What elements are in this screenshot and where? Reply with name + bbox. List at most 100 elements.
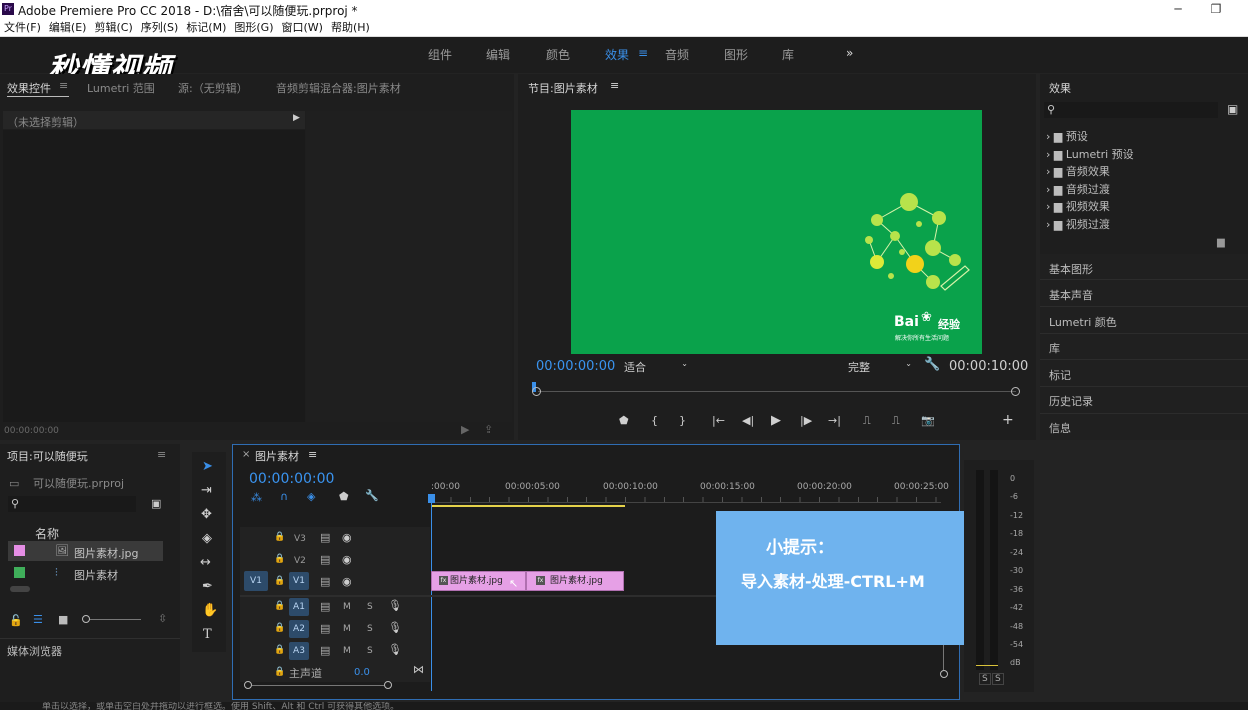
solo-right-button[interactable]: S: [992, 673, 1004, 685]
track-label-v1[interactable]: V1: [289, 572, 309, 590]
settings-wrench-icon[interactable]: 🔧: [924, 357, 940, 372]
list-item[interactable]: 🖼 图片素材.jpg: [8, 541, 163, 561]
workspace-library[interactable]: 库: [782, 46, 794, 63]
tree-item-presets[interactable]: › ▆ 预设: [1046, 128, 1088, 144]
tree-item-video-effects[interactable]: › ▆ 视频效果: [1046, 198, 1110, 214]
go-to-out-icon[interactable]: →|: [828, 414, 841, 427]
eye-icon[interactable]: ◉: [342, 553, 352, 566]
workspace-audio[interactable]: 音频: [665, 46, 689, 63]
razor-tool-icon[interactable]: ◈: [202, 531, 212, 546]
work-area-bar[interactable]: [431, 505, 625, 507]
eye-icon[interactable]: ◉: [342, 531, 352, 544]
scroll-handle-right[interactable]: [1011, 387, 1020, 396]
track-select-tool-icon[interactable]: ⇥: [201, 483, 212, 498]
filter-icon[interactable]: ▶: [461, 423, 469, 436]
track-label-a2[interactable]: A2: [289, 620, 309, 638]
track-label-v3[interactable]: V3: [294, 534, 306, 544]
export-icon[interactable]: ⇪: [484, 423, 493, 436]
timeline-timecode[interactable]: 00:00:00:00: [249, 471, 334, 487]
mute-button[interactable]: M: [343, 602, 351, 612]
playhead-head[interactable]: [428, 494, 435, 503]
master-volume-value[interactable]: 0.0: [354, 667, 370, 678]
toggle-sync-icon[interactable]: ▤: [320, 600, 330, 613]
add-marker-icon[interactable]: ⬟: [339, 490, 349, 503]
panel-markers[interactable]: 标记: [1049, 367, 1071, 383]
playhead-line[interactable]: [431, 495, 432, 691]
linked-selection-icon[interactable]: ◈: [307, 490, 315, 503]
lock-icon[interactable]: 🔒: [274, 576, 285, 586]
media-browser-tab[interactable]: 媒体浏览器: [7, 643, 62, 659]
lock-icon[interactable]: 🔒: [274, 645, 285, 655]
menu-edit[interactable]: 编辑(E): [49, 19, 87, 36]
lift-icon[interactable]: ⎍: [863, 414, 871, 428]
close-icon[interactable]: ×: [242, 449, 250, 460]
slip-tool-icon[interactable]: ↔: [200, 555, 211, 570]
step-forward-icon[interactable]: |▶: [800, 414, 812, 427]
new-bin-icon[interactable]: ▣: [151, 497, 161, 510]
toggle-sync-icon[interactable]: ▤: [320, 531, 330, 544]
panel-info[interactable]: 信息: [1049, 420, 1071, 436]
button-editor-plus-icon[interactable]: +: [1002, 412, 1014, 428]
lock-icon[interactable]: 🔒: [274, 623, 285, 633]
toggle-sync-icon[interactable]: ▤: [320, 644, 330, 657]
solo-button[interactable]: S: [367, 602, 373, 612]
source-patch-v1[interactable]: V1: [244, 571, 268, 591]
effects-search-input[interactable]: ⚲: [1044, 102, 1218, 118]
solo-button[interactable]: S: [367, 624, 373, 634]
nest-icon[interactable]: ⁂: [251, 491, 262, 504]
toggle-sync-icon[interactable]: ▤: [320, 622, 330, 635]
fit-select[interactable]: 适合 ⌄: [622, 358, 690, 374]
tab-audio-clip-mixer[interactable]: 音频剪辑混合器:图片素材: [276, 80, 401, 96]
maximize-button[interactable]: ❐: [1198, 0, 1234, 19]
more-workspaces-icon[interactable]: »: [846, 46, 853, 60]
panel-essential-sound[interactable]: 基本声音: [1049, 287, 1093, 303]
panel-menu-icon[interactable]: ≡: [308, 448, 317, 461]
new-bin-icon[interactable]: ▣: [1227, 102, 1238, 116]
lock-icon[interactable]: 🔒: [274, 667, 285, 677]
icon-view-icon[interactable]: ■: [58, 613, 68, 626]
expand-arrow-icon[interactable]: ▶: [293, 113, 300, 123]
timeline-horizontal-scrollbar[interactable]: [244, 681, 392, 689]
tree-item-video-transitions[interactable]: › ▆ 视频过渡: [1046, 216, 1110, 232]
pen-tool-icon[interactable]: ✒: [202, 579, 213, 594]
program-timecode[interactable]: 00:00:00:00: [536, 359, 615, 374]
tree-item-lumetri-presets[interactable]: › ▆ Lumetri 预设: [1046, 146, 1134, 162]
menu-graphics[interactable]: 图形(G): [234, 19, 273, 36]
eye-icon[interactable]: ◉: [342, 575, 352, 588]
panel-menu-icon[interactable]: ≡: [610, 79, 619, 92]
tab-lumetri-scopes[interactable]: Lumetri 范围: [87, 80, 155, 96]
workspace-color[interactable]: 颜色: [546, 46, 570, 63]
extract-icon[interactable]: ⎍: [892, 414, 900, 428]
menu-file[interactable]: 文件(F): [4, 19, 41, 36]
tab-effect-controls[interactable]: 效果控件: [7, 80, 51, 96]
mark-out-icon[interactable]: }: [679, 414, 686, 427]
panel-menu-icon[interactable]: ≡: [59, 79, 68, 92]
workspace-effects[interactable]: 效果: [605, 46, 629, 63]
panel-essential-graphics[interactable]: 基本图形: [1049, 261, 1093, 277]
export-frame-camera-icon[interactable]: 📷: [921, 414, 935, 427]
timeline-sequence-tab[interactable]: 图片素材: [255, 448, 299, 464]
program-monitor-title[interactable]: 节目:图片素材: [528, 80, 598, 96]
menu-window[interactable]: 窗口(W): [282, 19, 323, 36]
track-label-a1[interactable]: A1: [289, 598, 309, 616]
timeline-settings-wrench-icon[interactable]: 🔧: [365, 489, 379, 502]
menu-help[interactable]: 帮助(H): [331, 19, 370, 36]
mark-in-icon[interactable]: {: [651, 414, 658, 427]
column-header-name[interactable]: 名称: [35, 525, 59, 542]
zoom-slider-thumb[interactable]: [82, 615, 90, 623]
tree-item-audio-transitions[interactable]: › ▆ 音频过渡: [1046, 181, 1110, 197]
panel-lumetri-color[interactable]: Lumetri 颜色: [1049, 314, 1117, 330]
type-tool-icon[interactable]: T: [203, 627, 212, 642]
lock-icon[interactable]: 🔒: [274, 532, 285, 542]
add-marker-icon[interactable]: ⬟: [619, 414, 629, 427]
go-to-end-icon[interactable]: ⋈: [413, 663, 424, 676]
project-search-input[interactable]: ⚲: [8, 496, 136, 512]
mute-button[interactable]: M: [343, 624, 351, 634]
scroll-handle-left[interactable]: [244, 681, 252, 689]
track-label-a3[interactable]: A3: [289, 642, 309, 660]
panel-history[interactable]: 历史记录: [1049, 393, 1093, 409]
quality-select[interactable]: 完整 ⌄: [846, 358, 914, 374]
toggle-sync-icon[interactable]: ▤: [320, 553, 330, 566]
sort-icon[interactable]: ⇳: [158, 612, 167, 625]
solo-button[interactable]: S: [367, 646, 373, 656]
